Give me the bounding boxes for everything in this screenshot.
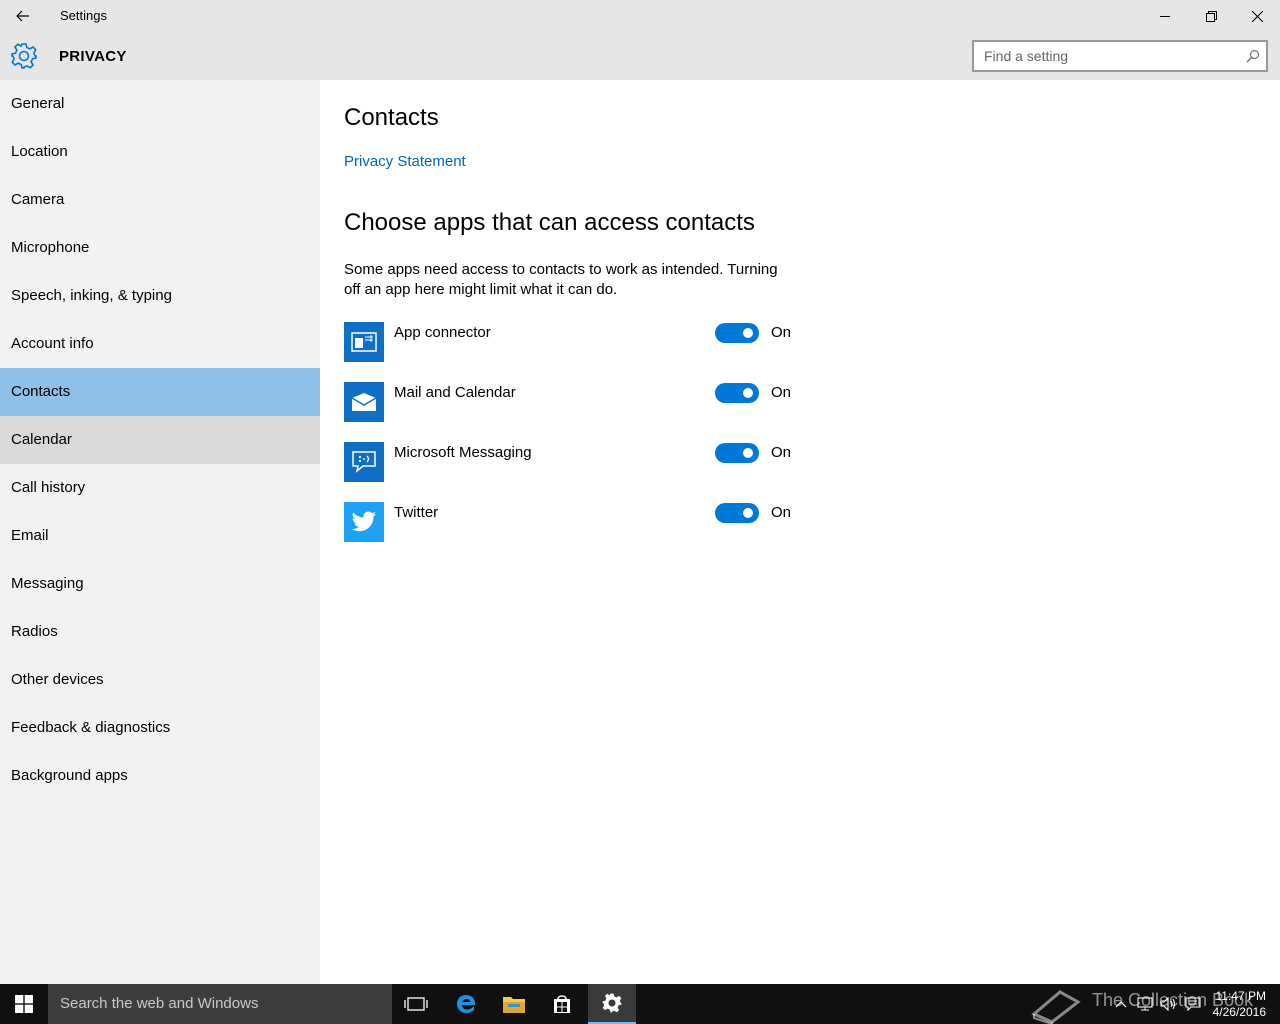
twitter-toggle[interactable]: [715, 503, 759, 523]
network-icon: [1137, 997, 1153, 1011]
privacy-statement-link[interactable]: Privacy Statement: [344, 153, 466, 170]
app-row-mail-calendar: Mail and Calendar On: [344, 382, 804, 422]
settings-taskbar-button[interactable]: [588, 984, 636, 1024]
sidebar-item-messaging[interactable]: Messaging: [0, 560, 320, 608]
book-logo-icon: [1031, 990, 1081, 1024]
arrow-left-icon: [16, 10, 29, 22]
app-connector-icon: [344, 322, 384, 362]
sidebar-item-feedback[interactable]: Feedback & diagnostics: [0, 704, 320, 752]
app-name: App connector: [394, 324, 491, 341]
sidebar-item-radios[interactable]: Radios: [0, 608, 320, 656]
sidebar-item-other-devices[interactable]: Other devices: [0, 656, 320, 704]
network-button[interactable]: [1134, 984, 1156, 1024]
messaging-toggle[interactable]: [715, 443, 759, 463]
close-button[interactable]: [1234, 0, 1280, 32]
show-hidden-icons-button[interactable]: [1110, 984, 1132, 1024]
volume-icon: [1160, 997, 1176, 1011]
app-name: Twitter: [394, 504, 439, 521]
edge-button[interactable]: [442, 984, 490, 1024]
task-view-button[interactable]: [392, 984, 440, 1024]
sidebar-item-speech[interactable]: Speech, inking, & typing: [0, 272, 320, 320]
page-section-title: PRIVACY: [59, 48, 127, 65]
back-button[interactable]: [0, 0, 46, 32]
sidebar-item-general[interactable]: General: [0, 80, 320, 128]
app-name: Mail and Calendar: [394, 384, 516, 401]
twitter-icon: [344, 502, 384, 542]
store-icon: [554, 995, 570, 1013]
toggle-state-label: On: [771, 324, 792, 341]
toggle-knob: [743, 328, 753, 338]
toggle-state-label: On: [771, 444, 792, 461]
clock-date: 4/26/2016: [1212, 1005, 1266, 1019]
sidebar-item-background-apps[interactable]: Background apps: [0, 752, 320, 800]
main-content: Contacts Privacy Statement Choose apps t…: [320, 80, 1280, 984]
sidebar-item-location[interactable]: Location: [0, 128, 320, 176]
sidebar-item-calendar[interactable]: Calendar: [0, 416, 320, 464]
gear-icon: [11, 43, 37, 69]
messaging-icon: [344, 442, 384, 482]
minimize-icon: [1159, 15, 1170, 17]
toggle-knob: [743, 448, 753, 458]
title-bar: Settings: [0, 0, 1280, 32]
settings-gear-icon: [602, 993, 622, 1013]
sidebar-item-email[interactable]: Email: [0, 512, 320, 560]
restore-icon: [1205, 10, 1217, 22]
task-view-icon: [404, 997, 428, 1011]
taskbar-search-box[interactable]: Search the web and Windows: [48, 984, 392, 1024]
taskbar-search-placeholder: Search the web and Windows: [60, 995, 259, 1012]
search-placeholder: Find a setting: [984, 48, 1069, 64]
close-icon: [1251, 10, 1263, 22]
chevron-up-icon: [1115, 1001, 1127, 1008]
sidebar-item-microphone[interactable]: Microphone: [0, 224, 320, 272]
taskbar-clock[interactable]: 11:47 PM 4/26/2016: [1213, 988, 1266, 1020]
app-connector-toggle[interactable]: [715, 323, 759, 343]
sidebar-item-call-history[interactable]: Call history: [0, 464, 320, 512]
section-description: Some apps need access to contacts to wor…: [344, 261, 778, 298]
windows-logo-icon: [15, 995, 33, 1013]
toggle-state-label: On: [771, 384, 792, 401]
mail-icon: [344, 382, 384, 422]
app-row-microsoft-messaging: Microsoft Messaging On: [344, 442, 804, 482]
action-center-button[interactable]: [1182, 984, 1204, 1024]
clock-time: 11:47 PM: [1215, 989, 1266, 1003]
taskbar: Search the web and Windows The Collectio…: [0, 984, 1280, 1024]
privacy-sidebar: General Location Camera Microphone Speec…: [0, 80, 320, 984]
start-button[interactable]: [0, 984, 48, 1024]
file-explorer-button[interactable]: [490, 984, 538, 1024]
app-row-twitter: Twitter On: [344, 502, 804, 542]
section-title: Choose apps that can access contacts: [344, 209, 755, 236]
minimize-button[interactable]: [1142, 0, 1188, 32]
toggle-knob: [743, 388, 753, 398]
app-name: Microsoft Messaging: [394, 444, 532, 461]
sidebar-item-account-info[interactable]: Account info: [0, 320, 320, 368]
app-row-app-connector: App connector On: [344, 322, 804, 362]
sidebar-item-contacts[interactable]: Contacts: [0, 368, 320, 416]
action-center-icon: [1185, 997, 1201, 1011]
window-title: Settings: [60, 8, 107, 23]
settings-header: PRIVACY Find a setting: [0, 32, 1280, 80]
toggle-state-label: On: [771, 504, 792, 521]
page-title: Contacts: [344, 104, 439, 131]
edge-icon: [457, 995, 476, 1013]
toggle-knob: [743, 508, 753, 518]
store-button[interactable]: [538, 984, 586, 1024]
search-input[interactable]: Find a setting: [972, 40, 1268, 72]
search-icon[interactable]: [1246, 49, 1260, 63]
mail-calendar-toggle[interactable]: [715, 383, 759, 403]
file-explorer-icon: [503, 997, 525, 1013]
restore-button[interactable]: [1188, 0, 1234, 32]
sidebar-item-camera[interactable]: Camera: [0, 176, 320, 224]
volume-button[interactable]: [1158, 984, 1180, 1024]
